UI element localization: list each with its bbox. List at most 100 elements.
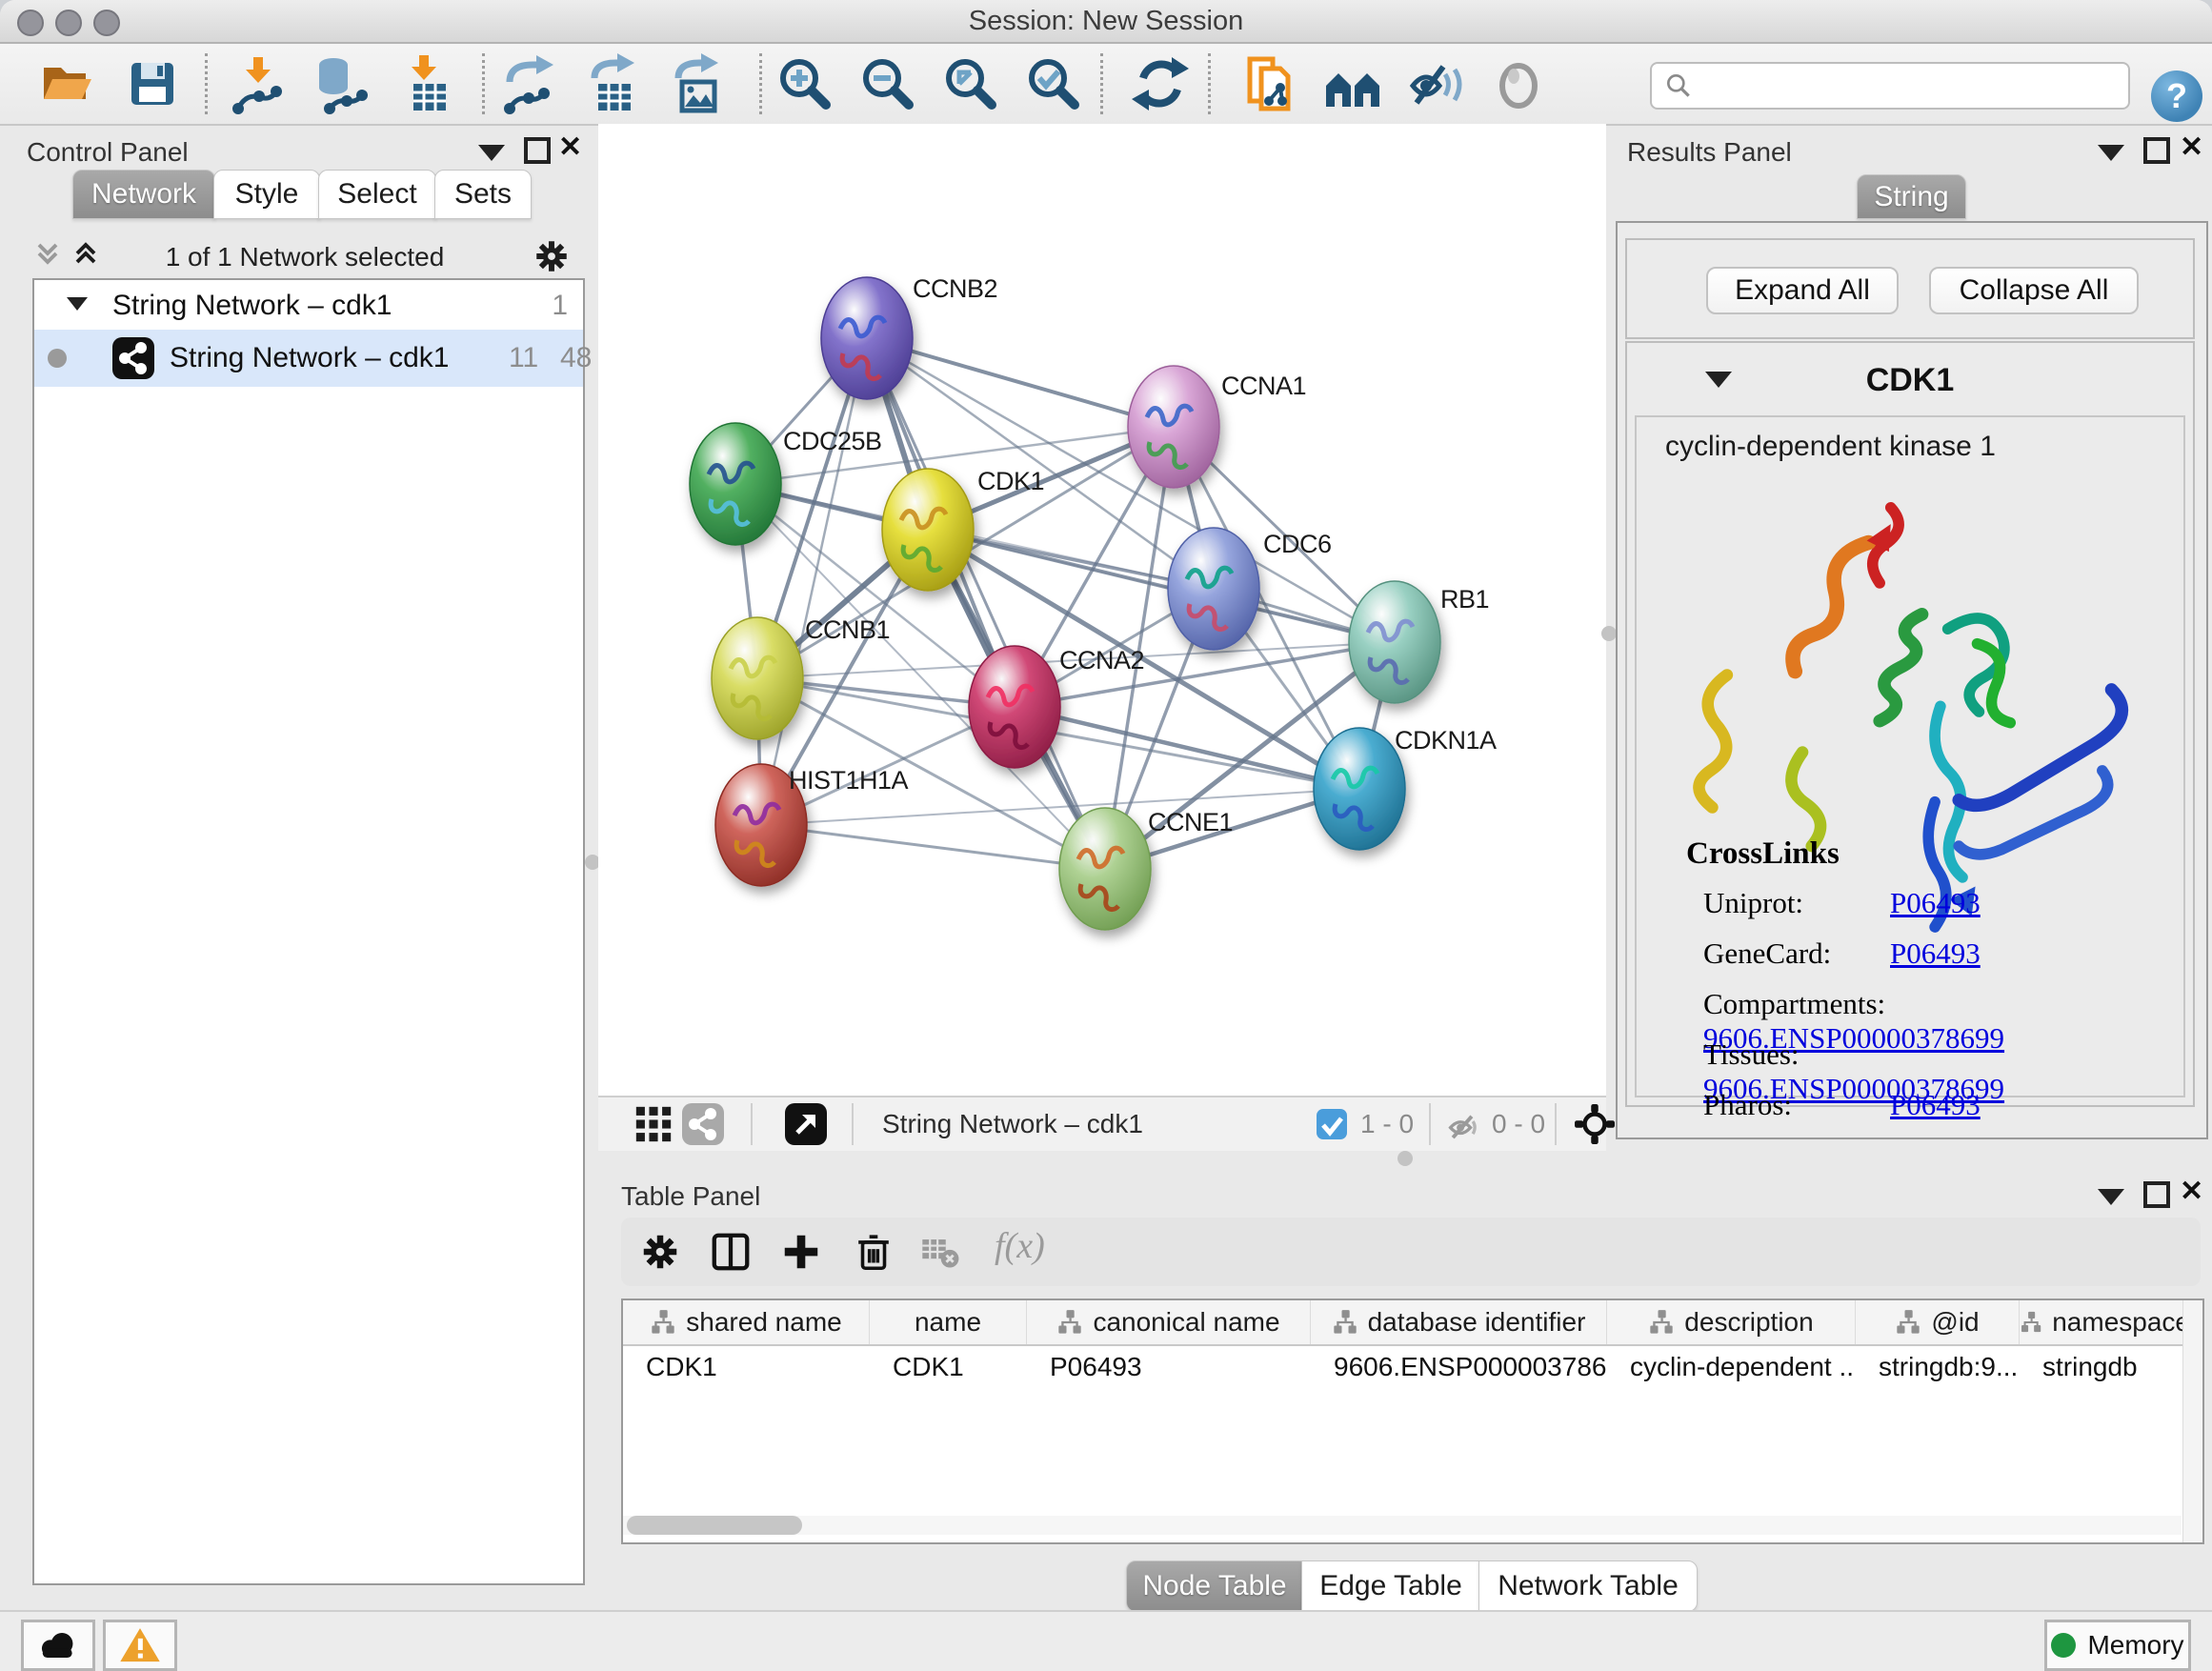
network-row-selected[interactable]: String Network – cdk1 11 48 — [34, 330, 583, 387]
collapse-panel-icon[interactable] — [478, 145, 505, 161]
first-neighbors-button[interactable] — [1322, 53, 1383, 114]
node-CCNA1[interactable] — [1128, 366, 1219, 488]
edge-CCNB2-CCNA1[interactable] — [867, 338, 1174, 427]
search-input[interactable] — [1701, 70, 2128, 102]
create-column-icon[interactable] — [779, 1230, 823, 1274]
memory-button[interactable]: Memory — [2044, 1620, 2191, 1671]
export-network-button[interactable] — [498, 53, 559, 114]
table-panel-title: Table Panel — [621, 1181, 760, 1212]
expand-all-button[interactable]: Expand All — [1706, 267, 1899, 314]
network-view-icon[interactable] — [682, 1103, 724, 1145]
save-session-button[interactable] — [122, 53, 183, 114]
table-cell[interactable]: cyclin-dependent ... — [1607, 1346, 1856, 1388]
close-panel-icon[interactable]: ✕ — [558, 135, 582, 160]
gene-name: CDK1 — [1627, 362, 2193, 399]
edge-HIST1H1A-CCNE1[interactable] — [761, 825, 1105, 869]
export-image-button[interactable] — [665, 53, 726, 114]
tab-select[interactable]: Select — [318, 170, 436, 219]
close-panel-icon[interactable]: ✕ — [2180, 1179, 2203, 1204]
export-table-button[interactable] — [581, 53, 642, 114]
zoom-fit-button[interactable] — [940, 53, 1001, 114]
crosslink-link[interactable]: P06493 — [1890, 1088, 1981, 1121]
show-all-button[interactable] — [1488, 53, 1549, 114]
collapse-panel-icon[interactable] — [2098, 145, 2124, 161]
close-panel-icon[interactable]: ✕ — [2180, 135, 2203, 160]
tab-sets[interactable]: Sets — [434, 170, 532, 219]
tab-style[interactable]: Style — [213, 170, 320, 219]
node-CDK1[interactable] — [882, 469, 974, 591]
crosslink-label: Compartments: — [1703, 987, 1890, 1021]
show-columns-icon[interactable] — [709, 1230, 753, 1274]
collection-expand-icon[interactable] — [67, 297, 88, 311]
tab-string[interactable]: String — [1857, 174, 1966, 219]
tab-network-table[interactable]: Network Table — [1478, 1560, 1698, 1612]
node-label-CCNE1: CCNE1 — [1148, 808, 1233, 836]
detach-view-icon[interactable] — [785, 1103, 827, 1145]
table-cell[interactable]: stringdb — [2020, 1346, 2191, 1388]
node-CDKN1A[interactable] — [1314, 728, 1405, 850]
node-CCNE1[interactable] — [1059, 808, 1151, 930]
collapse-panel-icon[interactable] — [2098, 1189, 2124, 1205]
import-network-button[interactable] — [227, 53, 288, 114]
column-header-name[interactable]: name — [870, 1300, 1027, 1344]
float-panel-icon[interactable] — [2143, 1181, 2170, 1208]
table-cell[interactable]: CDK1 — [870, 1346, 1027, 1388]
clone-network-button[interactable] — [1238, 53, 1299, 114]
horizontal-scrollbar[interactable] — [623, 1516, 2182, 1535]
help-button[interactable]: ? — [2151, 70, 2202, 122]
table-cell[interactable]: CDK1 — [623, 1346, 870, 1388]
column-header-description[interactable]: description — [1607, 1300, 1856, 1344]
table-cell[interactable]: stringdb:9... — [1856, 1346, 2020, 1388]
collapse-all-button[interactable]: Collapse All — [1929, 267, 2139, 314]
warnings-button[interactable] — [103, 1620, 177, 1671]
float-panel-icon[interactable] — [2143, 137, 2170, 164]
edge-CCNB2-HIST1H1A[interactable] — [761, 338, 867, 825]
column-header-database-identifier[interactable]: database identifier — [1311, 1300, 1607, 1344]
zoom-out-button[interactable] — [857, 53, 918, 114]
column-header-namespace[interactable]: namespace — [2020, 1300, 2191, 1344]
table-cell[interactable]: 9606.ENSP00000378699 — [1311, 1346, 1607, 1388]
birds-eye-view-icon[interactable] — [1572, 1101, 1618, 1147]
grid-view-icon[interactable] — [634, 1105, 673, 1143]
import-network-from-database-button[interactable] — [311, 53, 372, 114]
selected-checkbox-icon[interactable] — [1315, 1107, 1349, 1141]
collapse-all-networks-icon[interactable] — [69, 236, 103, 271]
cloud-button[interactable] — [21, 1620, 95, 1671]
node-CDC25B[interactable] — [690, 423, 781, 545]
tab-network[interactable]: Network — [72, 170, 215, 219]
node-CDC6[interactable] — [1168, 528, 1259, 650]
results-panel-title: Results Panel — [1627, 137, 1792, 168]
network-options-gear-icon[interactable] — [532, 236, 572, 276]
network-canvas[interactable]: CCNB2CCNA1CDC25BCDK1CDC6RB1CCNB1CCNA2CDK… — [598, 124, 1606, 1096]
column-header-shared-name[interactable]: shared name — [623, 1300, 870, 1344]
column-tree-icon — [1895, 1309, 1921, 1336]
bottom-splitter-handle[interactable] — [1398, 1151, 1413, 1166]
apply-layout-button[interactable] — [1130, 53, 1191, 114]
delete-column-icon[interactable] — [852, 1230, 895, 1274]
tab-edge-table[interactable]: Edge Table — [1301, 1560, 1480, 1612]
hide-selected-button[interactable] — [1405, 53, 1466, 114]
gene-description: cyclin-dependent kinase 1 — [1665, 431, 1996, 463]
gene-card-header[interactable]: CDK1 — [1627, 343, 2193, 415]
expand-all-networks-icon[interactable] — [30, 236, 65, 271]
float-panel-icon[interactable] — [524, 137, 551, 164]
column-header-canonical-name[interactable]: canonical name — [1027, 1300, 1311, 1344]
node-label-CDK1: CDK1 — [977, 467, 1044, 495]
vertical-scrollbar[interactable] — [2182, 1300, 2202, 1542]
column-header--id[interactable]: @id — [1856, 1300, 2020, 1344]
crosslink-link[interactable]: P06493 — [1890, 886, 1981, 919]
table-cell[interactable]: P06493 — [1027, 1346, 1311, 1388]
table-options-gear-icon[interactable] — [638, 1230, 682, 1274]
table-row[interactable]: CDK1CDK1P064939606.ENSP00000378699cyclin… — [623, 1346, 2202, 1388]
network-collection-row[interactable]: String Network – cdk1 1 — [34, 280, 583, 330]
crosslink-link[interactable]: P06493 — [1890, 936, 1981, 970]
node-CCNB1[interactable] — [712, 617, 803, 739]
node-CCNB2[interactable] — [821, 277, 913, 399]
node-CCNA2[interactable] — [969, 646, 1060, 768]
zoom-in-button[interactable] — [774, 53, 835, 114]
import-table-button[interactable] — [396, 53, 457, 114]
zoom-selected-button[interactable] — [1023, 53, 1084, 114]
tab-node-table[interactable]: Node Table — [1126, 1560, 1303, 1612]
open-session-button[interactable] — [36, 53, 97, 114]
node-RB1[interactable] — [1349, 581, 1440, 703]
